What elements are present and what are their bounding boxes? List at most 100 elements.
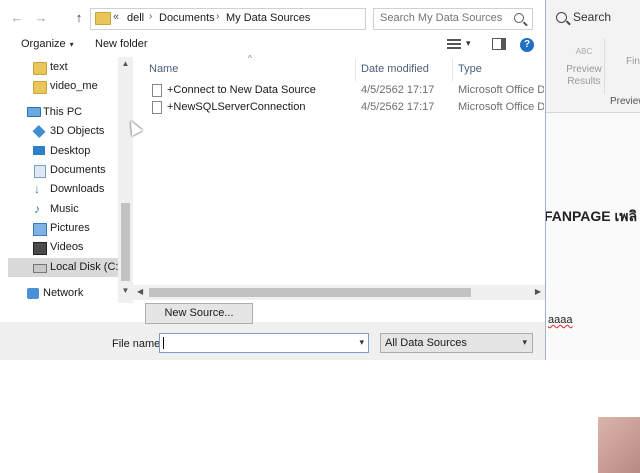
nav-item-downloads[interactable]: ↓ Downloads <box>0 180 118 199</box>
videos-icon <box>33 242 47 255</box>
preview-abc-icon: ABC <box>575 47 593 56</box>
file-row[interactable]: +Connect to New Data Source 4/5/2562 17:… <box>141 82 545 99</box>
file-type: Microsoft Office D... <box>458 84 544 96</box>
documents-icon <box>34 165 46 178</box>
new-source-button[interactable]: New Source... <box>145 303 253 324</box>
scroll-down-icon[interactable]: ▼ <box>118 286 133 295</box>
select-data-source-dialog: ← → ↑ « dell › Documents › My Data Sourc… <box>0 0 546 360</box>
breadcrumb-documents[interactable]: Documents <box>159 12 215 24</box>
new-folder-button[interactable]: New folder <box>95 38 148 50</box>
nav-item-3d-objects[interactable]: 3D Objects <box>0 122 118 141</box>
find-recipient-button[interactable]: Fin <box>626 54 640 70</box>
scroll-right-icon[interactable]: ▶ <box>535 287 541 296</box>
ribbon-search[interactable]: Search <box>556 10 611 24</box>
nav-item-pictures[interactable]: Pictures <box>0 219 118 238</box>
drive-icon <box>33 264 47 273</box>
nav-item-video-me[interactable]: video_me <box>0 77 118 96</box>
address-bar[interactable]: « dell › Documents › My Data Sources ▾ ↻ <box>90 8 451 30</box>
nav-item-label: Videos <box>50 241 84 253</box>
scroll-up-icon[interactable]: ▲ <box>118 59 133 68</box>
document-heading-text: FANPAGE เพลิ <box>544 208 638 224</box>
folder-icon <box>33 81 47 94</box>
horizontal-scrollbar-thumb[interactable] <box>149 288 471 297</box>
nav-item-label: Network <box>43 287 84 299</box>
3d-objects-icon <box>32 124 46 139</box>
up-arrow-icon[interactable]: ↑ <box>70 9 88 27</box>
nav-item-label: Documents <box>50 164 106 176</box>
background-ribbon: Search ABC Preview Results Fin Preview <box>540 0 640 113</box>
chevron-down-icon: ▾ <box>522 337 527 347</box>
column-divider[interactable] <box>355 59 356 81</box>
nav-item-network[interactable]: Network <box>0 284 118 303</box>
scroll-left-icon[interactable]: ◀ <box>137 287 143 296</box>
file-type: Microsoft Office D... <box>458 101 544 113</box>
search-input[interactable] <box>380 12 510 24</box>
nav-item-music[interactable]: ♪ Music <box>0 200 118 219</box>
nav-item-label: This PC <box>43 106 83 118</box>
file-name-input[interactable]: ▾ <box>159 333 369 353</box>
file-name-label: File name: <box>112 338 164 350</box>
nav-item-desktop[interactable]: Desktop <box>0 142 118 161</box>
nav-item-label: video_me <box>50 80 98 92</box>
preview-label-2: Results <box>567 76 601 87</box>
data-source-file-icon <box>152 101 162 114</box>
nav-item-text[interactable]: text <box>0 58 118 77</box>
breadcrumb-dell[interactable]: dell <box>127 12 144 24</box>
breadcrumb-overflow-icon[interactable]: « <box>113 11 119 23</box>
ribbon-group-label: Preview <box>610 96 640 107</box>
nav-item-label: Local Disk (C:) <box>50 261 123 273</box>
file-name: +Connect to New Data Source <box>167 84 316 96</box>
download-arrow-icon: ↓ <box>34 182 40 196</box>
file-name: +NewSQLServerConnection <box>167 101 306 113</box>
text-caret <box>163 337 164 349</box>
forward-arrow-icon[interactable]: → <box>32 9 50 27</box>
nav-item-this-pc[interactable]: This PC <box>0 103 118 122</box>
organize-button[interactable]: Organize ▾ <box>21 38 74 50</box>
background-word-window: Search ABC Preview Results Fin Preview F… <box>540 0 640 473</box>
column-header-date-modified[interactable]: Date modified <box>361 63 429 75</box>
preview-pane-icon[interactable] <box>492 38 506 50</box>
file-type-select[interactable]: All Data Sources ▾ <box>380 333 533 353</box>
preview-results-button[interactable]: ABC Preview Results <box>564 46 604 88</box>
file-row[interactable]: +NewSQLServerConnection 4/5/2562 17:17 M… <box>141 99 545 116</box>
breadcrumb-my-data-sources[interactable]: My Data Sources <box>226 12 310 24</box>
back-arrow-icon[interactable]: ← <box>8 9 26 27</box>
file-date: 4/5/2562 17:17 <box>361 84 435 96</box>
search-box[interactable] <box>373 8 533 30</box>
document-photo <box>598 417 640 473</box>
nav-item-videos[interactable]: Videos <box>0 238 118 257</box>
view-options-chevron-icon[interactable]: ▾ <box>466 38 471 49</box>
search-icon <box>514 13 524 23</box>
view-options-icon[interactable] <box>447 39 461 49</box>
chevron-down-icon[interactable]: ▾ <box>359 337 364 348</box>
file-date: 4/5/2562 17:17 <box>361 101 435 113</box>
organize-label: Organize <box>21 38 66 50</box>
file-list-horizontal-scrollbar[interactable]: ◀ ▶ <box>133 285 545 300</box>
computer-icon <box>27 107 41 117</box>
desktop-icon <box>33 146 45 155</box>
column-divider[interactable] <box>452 59 453 81</box>
nav-item-label: Downloads <box>50 183 105 195</box>
nav-item-label: Desktop <box>50 145 91 157</box>
file-type-selected: All Data Sources <box>385 337 467 349</box>
nav-scrollbar-thumb[interactable] <box>121 203 130 281</box>
help-icon[interactable]: ? <box>520 38 534 52</box>
document-body-text: aaaa <box>548 314 573 326</box>
nav-item-local-disk[interactable]: Local Disk (C:) <box>8 258 122 277</box>
nav-item-documents[interactable]: Documents <box>0 161 118 180</box>
column-header-name[interactable]: Name <box>149 63 178 75</box>
folder-icon <box>95 12 111 25</box>
nav-scrollbar[interactable]: ▲ ▼ <box>118 57 133 303</box>
breadcrumb-chevron-icon[interactable]: › <box>216 11 219 22</box>
network-icon <box>27 288 39 299</box>
column-header-type[interactable]: Type <box>458 63 482 75</box>
nav-item-label: 3D Objects <box>50 125 105 137</box>
ribbon-divider <box>604 38 605 94</box>
ribbon-search-label: Search <box>573 10 612 24</box>
search-icon <box>556 11 567 23</box>
navigation-pane: text video_me This PC 3D Objects Desktop… <box>0 57 133 303</box>
breadcrumb-chevron-icon[interactable]: › <box>149 11 152 22</box>
sort-indicator-icon: ^ <box>248 54 252 63</box>
data-source-file-icon <box>152 84 162 97</box>
folder-icon <box>33 62 47 75</box>
